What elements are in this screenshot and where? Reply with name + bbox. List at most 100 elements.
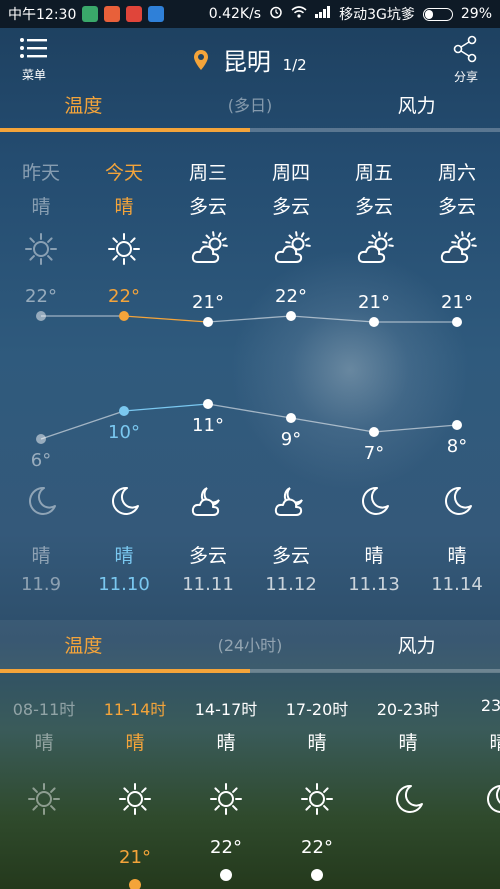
notification-app-icon: [148, 6, 165, 22]
partly-cloudy-icon: [440, 231, 477, 266]
moon-icon: [440, 484, 474, 518]
day-date: 11.10: [98, 574, 150, 595]
tab-hourly-temperature[interactable]: 温度: [0, 626, 167, 666]
day-condition: 晴: [114, 196, 134, 218]
tab-mode-label: (多日): [227, 96, 273, 115]
night-condition: 晴: [114, 545, 134, 567]
low-temp-label: 11°: [192, 415, 224, 436]
low-temp-point: [369, 427, 379, 437]
high-temp-point: [36, 311, 46, 321]
day-date: 11.14: [431, 574, 483, 595]
hourly-tab-bar: 温度 (24小时) 风力: [0, 626, 500, 666]
partly-cloudy-icon: [274, 231, 311, 266]
day-date: 11.12: [265, 574, 317, 595]
day-date: 11.9: [20, 574, 62, 595]
low-temp-point: [36, 434, 46, 444]
notification-app-icon: [126, 6, 143, 22]
notification-app-icon: [82, 6, 99, 22]
day-condition: 多云: [354, 196, 393, 218]
day-name: 周四: [271, 162, 310, 184]
night-condition: 多云: [271, 545, 310, 567]
day-name: 周五: [354, 162, 393, 184]
night-condition: 晴: [31, 545, 51, 567]
low-temp-label: 7°: [364, 443, 384, 464]
temperature-line-segment: [290, 417, 375, 433]
high-temp-label: 21°: [192, 292, 224, 313]
low-temp-point: [286, 413, 296, 423]
partly-cloudy-icon: [191, 231, 228, 266]
share-button[interactable]: 分享: [446, 35, 486, 85]
hour-temp-point: [129, 879, 141, 889]
day-date: 11.11: [182, 574, 234, 595]
wifi-icon: [291, 6, 307, 22]
temperature-line-segment: [123, 315, 209, 323]
hourly-forecast: 08-11时晴11-14时晴14-17时晴17-20时晴20-23时晴23-0晴…: [0, 672, 500, 889]
partly-cloudy-icon: [357, 231, 394, 266]
high-temp-label: 22°: [25, 286, 57, 307]
tab-wind[interactable]: 风力: [333, 86, 500, 126]
tab-hourly-wind[interactable]: 风力: [333, 626, 500, 666]
low-temp-label: 9°: [281, 429, 301, 450]
day-condition: 晴: [31, 196, 51, 218]
hour-temp-label: 22°: [301, 837, 333, 858]
daily-tab-indicator: [0, 128, 500, 132]
day-condition: 多云: [188, 196, 227, 218]
battery-icon: [422, 7, 453, 21]
high-temp-point: [452, 317, 462, 327]
notification-app-icon: [104, 6, 121, 22]
night-condition: 晴: [364, 545, 384, 567]
cloudy-night-icon: [274, 484, 308, 518]
moon-icon: [24, 484, 58, 518]
low-temp-label: 8°: [447, 436, 467, 457]
city-selector[interactable]: 昆明 1/2: [0, 42, 500, 77]
hour-temp-point: [220, 869, 232, 881]
high-temp-label: 22°: [108, 286, 140, 307]
high-temp-point: [286, 311, 296, 321]
hour-temp-label: 21°: [119, 847, 151, 868]
status-bar: 中午12:30 0.42K/s 移动3G坑爹 29%: [0, 0, 500, 28]
temperature-line-segment: [207, 403, 292, 419]
day-name: 昨天: [21, 162, 60, 184]
high-temp-point: [369, 317, 379, 327]
tab-temperature[interactable]: 温度: [0, 86, 167, 126]
high-temp-label: 22°: [275, 286, 307, 307]
moon-icon: [107, 484, 141, 518]
day-name: 周六: [437, 162, 476, 184]
signal-icon: [315, 6, 331, 22]
app-header: 菜单 昆明 1/2 分享: [0, 28, 500, 92]
low-temp-label: 6°: [31, 450, 51, 471]
day-name: 周三: [188, 162, 227, 184]
network-speed: 0.42K/s: [208, 6, 262, 22]
hour-temp-point: [311, 869, 323, 881]
high-temp-point: [203, 317, 213, 327]
high-temp-label: 21°: [358, 292, 390, 313]
daily-tab-bar: 温度 (多日) 风力: [0, 86, 500, 126]
night-condition: 晴: [447, 545, 467, 567]
low-temp-label: 10°: [108, 422, 140, 443]
city-name: 昆明: [222, 48, 271, 76]
sun-icon: [107, 232, 141, 266]
moon-icon: [357, 484, 391, 518]
share-icon: [452, 35, 480, 66]
city-page-indicator: 1/2: [282, 56, 307, 74]
low-temp-point: [119, 406, 129, 416]
carrier-name: 移动3G坑爹: [339, 7, 415, 23]
hourly-temperature-chart: 21° 22° 22°: [119, 837, 333, 889]
day-condition: 多云: [437, 196, 476, 218]
temperature-line-segment: [290, 315, 375, 323]
day-date: 11.13: [348, 574, 400, 595]
high-temp-label: 21°: [441, 292, 473, 313]
temperature-line-segment: [207, 315, 292, 323]
low-temp-point: [203, 399, 213, 409]
battery-percent: 29%: [460, 6, 492, 22]
tab-hourly-mode-label: (24小时): [217, 636, 283, 655]
night-condition: 多云: [188, 545, 227, 567]
low-temp-point: [452, 420, 462, 430]
day-name: 今天: [104, 162, 143, 184]
hour-temp-label: 22°: [210, 837, 242, 858]
temperature-line-segment: [40, 410, 125, 440]
cloudy-night-icon: [191, 484, 225, 518]
high-temp-point: [119, 311, 129, 321]
day-condition: 多云: [271, 196, 310, 218]
share-label: 分享: [453, 70, 478, 84]
